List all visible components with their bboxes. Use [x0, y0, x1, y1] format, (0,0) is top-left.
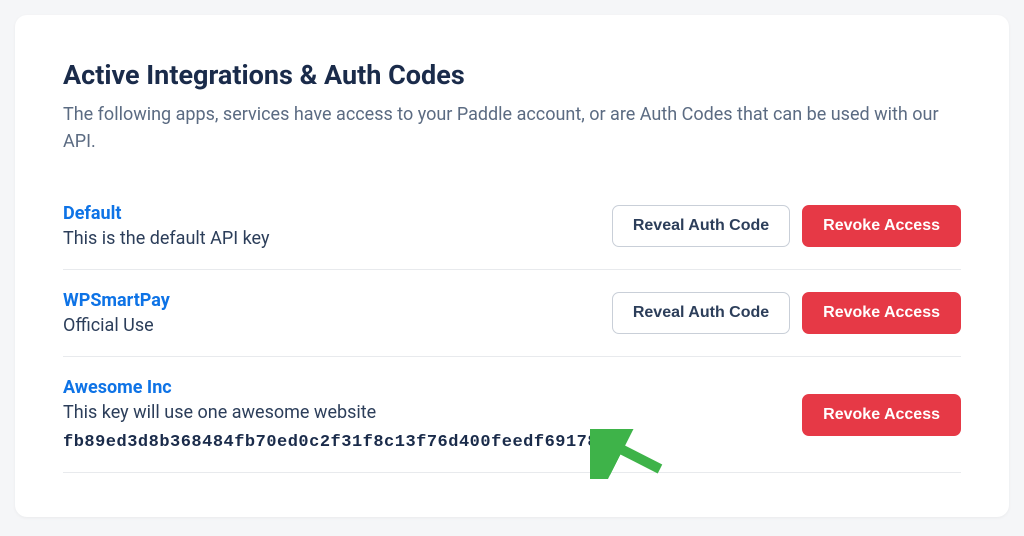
integration-info: Default This is the default API key: [63, 203, 612, 249]
reveal-auth-code-button[interactable]: Reveal Auth Code: [612, 205, 790, 247]
revoke-access-button[interactable]: Revoke Access: [802, 205, 961, 247]
integration-info: WPSmartPay Official Use: [63, 290, 612, 336]
integration-name: Default: [63, 203, 612, 224]
integration-row: Awesome Inc This key will use one awesom…: [63, 357, 961, 473]
integration-row: Default This is the default API key Reve…: [63, 183, 961, 270]
action-buttons: Revoke Access: [802, 394, 961, 436]
revoke-access-button[interactable]: Revoke Access: [802, 394, 961, 436]
integration-name: WPSmartPay: [63, 290, 612, 311]
integration-info: Awesome Inc This key will use one awesom…: [63, 377, 802, 452]
revoke-access-button[interactable]: Revoke Access: [802, 292, 961, 334]
action-buttons: Reveal Auth Code Revoke Access: [612, 205, 961, 247]
page-title: Active Integrations & Auth Codes: [63, 59, 961, 91]
integration-description: This key will use one awesome website: [63, 402, 802, 423]
action-buttons: Reveal Auth Code Revoke Access: [612, 292, 961, 334]
integration-row: WPSmartPay Official Use Reveal Auth Code…: [63, 270, 961, 357]
integration-description: Official Use: [63, 315, 612, 336]
integrations-card: Active Integrations & Auth Codes The fol…: [15, 15, 1009, 517]
arrow-icon: [590, 429, 670, 479]
reveal-auth-code-button[interactable]: Reveal Auth Code: [612, 292, 790, 334]
auth-code-value: fb89ed3d8b368484fb70ed0c2f31f8c13f76d400…: [63, 433, 802, 452]
integration-name: Awesome Inc: [63, 377, 802, 398]
arrow-annotation: [590, 429, 670, 479]
integration-description: This is the default API key: [63, 228, 612, 249]
page-description: The following apps, services have access…: [63, 101, 961, 155]
